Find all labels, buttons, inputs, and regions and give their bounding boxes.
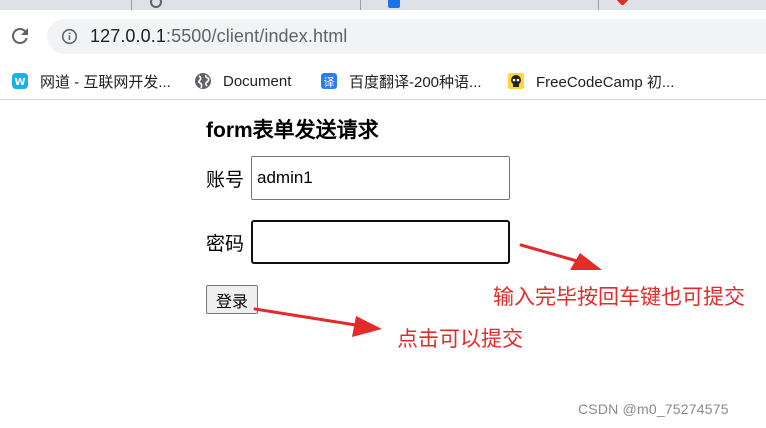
annotation-arrows <box>253 243 602 337</box>
csdn-watermark: CSDN @m0_75274575 <box>578 401 729 417</box>
arrow-to-password <box>519 243 602 270</box>
click-submit-note: 点击可以提交 <box>397 328 523 351</box>
enter-submit-note: 输入完毕按回车键也可提交 <box>493 286 745 309</box>
arrow-to-login-button <box>253 307 382 337</box>
